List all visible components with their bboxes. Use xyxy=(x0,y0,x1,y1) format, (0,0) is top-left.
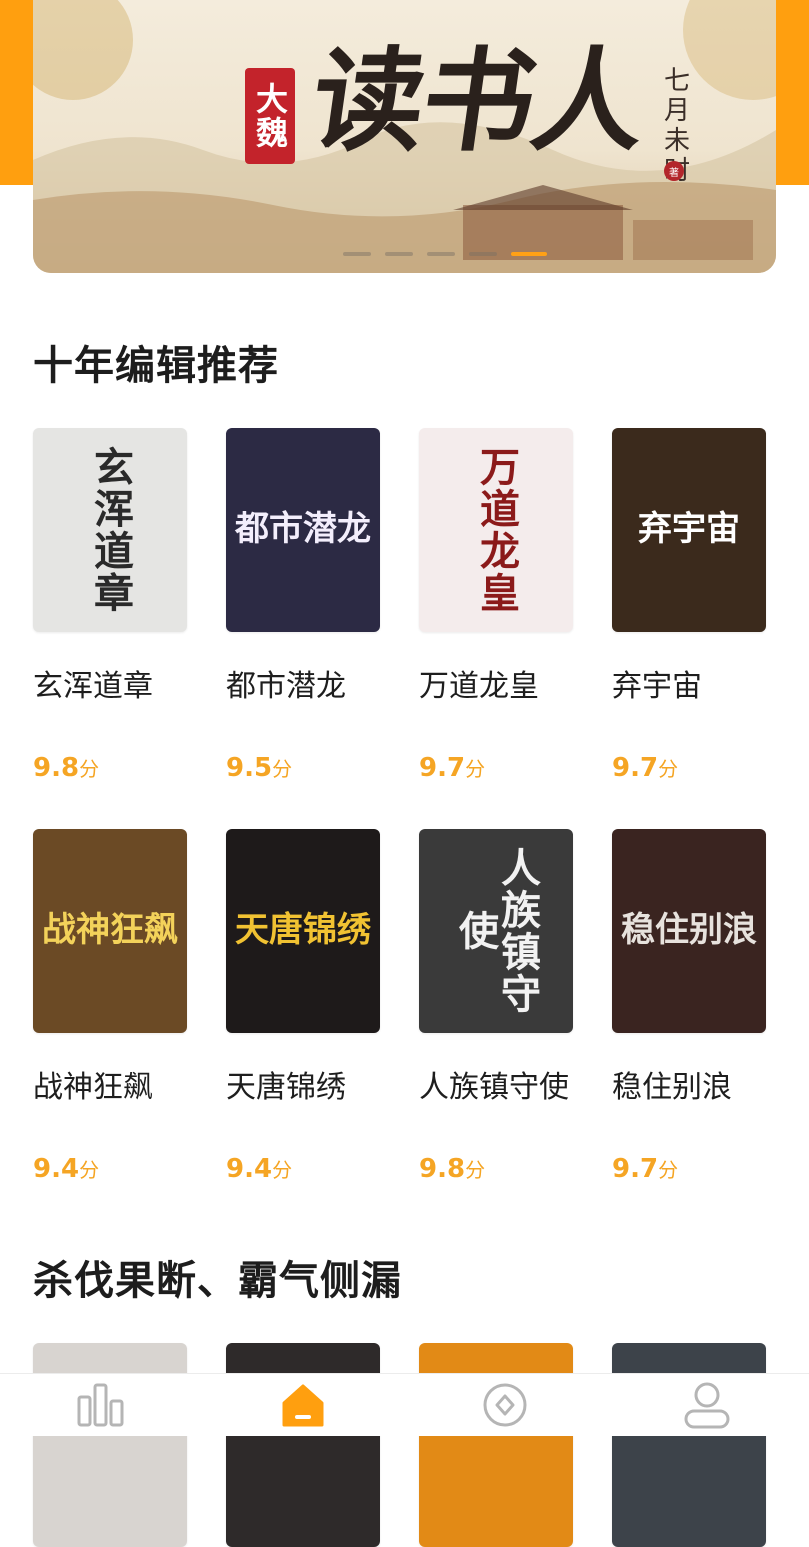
discover-icon xyxy=(483,1383,527,1427)
book-score: 9.7分 xyxy=(612,1154,678,1184)
nav-tab-home[interactable] xyxy=(243,1374,363,1436)
book-cover[interactable]: 人族镇守使 xyxy=(419,829,573,1033)
book-score-value: 9.5 xyxy=(226,753,273,783)
book-score-unit: 分 xyxy=(272,757,293,781)
book-cover-title: 战神狂飙 xyxy=(42,910,178,951)
book-cover-title: 稳住别浪 xyxy=(621,910,757,951)
book-score: 9.8分 xyxy=(33,753,99,783)
banner-pagination[interactable] xyxy=(343,252,547,256)
banner-seal: 大魏 xyxy=(245,68,295,164)
book-score: 9.5分 xyxy=(226,753,292,783)
book-title[interactable]: 玄浑道章 xyxy=(33,661,153,705)
book-score-value: 9.7 xyxy=(419,753,466,783)
nav-tab-rank[interactable] xyxy=(41,1374,161,1436)
rank-chart-icon xyxy=(77,1383,124,1427)
book-score-value: 9.4 xyxy=(33,1154,80,1184)
book-score-unit: 分 xyxy=(272,1158,293,1182)
banner-dot[interactable] xyxy=(343,252,371,256)
bottom-navigation xyxy=(0,1373,809,1436)
section-title-editor-picks: 十年编辑推荐 xyxy=(33,343,279,389)
banner-dot[interactable] xyxy=(385,252,413,256)
home-icon xyxy=(282,1384,324,1427)
profile-icon xyxy=(684,1382,730,1429)
banner-author-stamp: 著 xyxy=(664,161,684,181)
book-score-unit: 分 xyxy=(465,1158,486,1182)
book-score: 9.7分 xyxy=(612,753,678,783)
book-score: 9.7分 xyxy=(419,753,485,783)
book-title[interactable]: 都市潜龙 xyxy=(226,661,346,705)
book-score-unit: 分 xyxy=(79,757,100,781)
book-score: 9.8分 xyxy=(419,1154,485,1184)
nav-tab-discover[interactable] xyxy=(445,1374,565,1436)
book-score-value: 9.7 xyxy=(612,1154,659,1184)
book-score-value: 9.8 xyxy=(33,753,80,783)
banner-dot[interactable] xyxy=(469,252,497,256)
featured-banner[interactable]: 大魏 读书人 七月未时 著 xyxy=(33,0,776,273)
book-cover[interactable]: 天唐锦绣 xyxy=(226,829,380,1033)
banner-title: 读书人 xyxy=(303,36,653,167)
book-score-unit: 分 xyxy=(658,1158,679,1182)
book-title[interactable]: 弃宇宙 xyxy=(612,661,702,705)
book-cover-title: 玄浑道章 xyxy=(87,446,134,614)
book-title[interactable]: 天唐锦绣 xyxy=(226,1062,346,1106)
banner-dot[interactable] xyxy=(427,252,455,256)
banner-dot[interactable] xyxy=(511,252,547,256)
book-cover[interactable]: 万道龙皇 xyxy=(419,428,573,632)
book-score-value: 9.4 xyxy=(226,1154,273,1184)
book-cover[interactable]: 稳住别浪 xyxy=(612,829,766,1033)
book-score-unit: 分 xyxy=(79,1158,100,1182)
book-title[interactable]: 稳住别浪 xyxy=(612,1062,732,1106)
book-cover-title: 都市潜龙 xyxy=(235,509,371,550)
book-cover-title: 天唐锦绣 xyxy=(235,910,371,951)
book-score-value: 9.7 xyxy=(612,753,659,783)
book-cover-title: 万道龙皇 xyxy=(473,446,520,614)
book-title[interactable]: 万道龙皇 xyxy=(419,661,539,705)
book-cover-title: 弃宇宙 xyxy=(638,509,740,550)
book-score-unit: 分 xyxy=(658,757,679,781)
book-score: 9.4分 xyxy=(226,1154,292,1184)
nav-tab-profile[interactable] xyxy=(647,1374,767,1436)
book-title[interactable]: 战神狂飙 xyxy=(33,1062,153,1106)
book-score: 9.4分 xyxy=(33,1154,99,1184)
book-cover-title: 人族镇守使 xyxy=(452,847,541,1015)
book-cover[interactable]: 战神狂飙 xyxy=(33,829,187,1033)
book-cover[interactable]: 弃宇宙 xyxy=(612,428,766,632)
book-cover[interactable]: 都市潜龙 xyxy=(226,428,380,632)
book-score-unit: 分 xyxy=(465,757,486,781)
book-score-value: 9.8 xyxy=(419,1154,466,1184)
section-title-domineering: 杀伐果断、霸气侧漏 xyxy=(33,1258,402,1304)
book-cover[interactable]: 玄浑道章 xyxy=(33,428,187,632)
book-title[interactable]: 人族镇守使 xyxy=(419,1062,569,1106)
